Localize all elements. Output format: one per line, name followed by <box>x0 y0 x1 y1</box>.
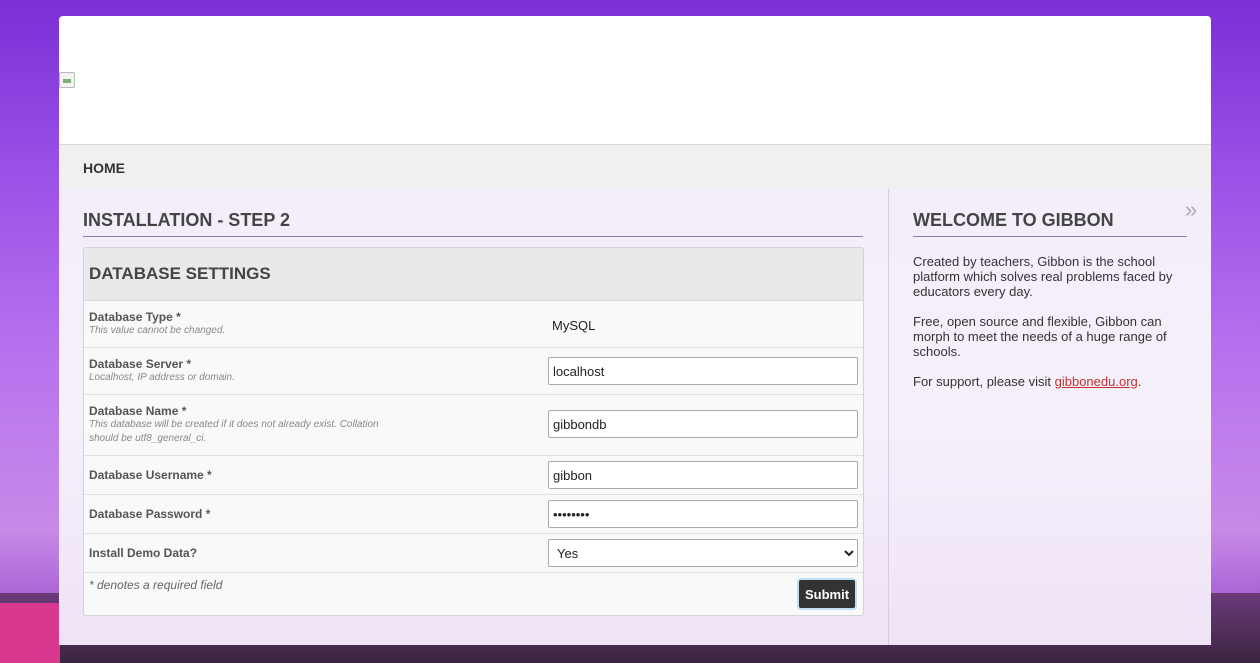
sidebar-support-text: For support, please visit gibbonedu.org. <box>913 374 1189 389</box>
database-password-input[interactable] <box>548 500 858 528</box>
gibbonedu-link[interactable]: gibbonedu.org <box>1055 374 1138 389</box>
broken-logo-image-icon[interactable] <box>59 72 75 88</box>
content-area: Installation - Step 2 Database Settings … <box>59 189 1211 645</box>
form-footer: * denotes a required field Submit <box>84 573 863 615</box>
form-heading: Database Settings <box>84 248 863 301</box>
submit-button[interactable]: Submit <box>797 578 857 610</box>
database-server-input[interactable] <box>548 357 858 385</box>
database-name-desc: This database will be created if it does… <box>89 419 379 444</box>
sidebar-title: Welcome to Gibbon <box>913 210 1187 237</box>
database-username-input[interactable] <box>548 461 858 489</box>
row-database-type: Database Type * This value cannot be cha… <box>84 301 863 348</box>
header <box>59 16 1211 145</box>
database-username-label: Database Username * <box>89 468 212 482</box>
page-container: Home Installation - Step 2 Database Sett… <box>59 16 1211 645</box>
nav-home-link[interactable]: Home <box>83 160 125 176</box>
install-demo-data-select[interactable]: Yes <box>548 539 858 567</box>
database-type-value: MySQL <box>552 318 596 333</box>
main-nav: Home <box>59 145 1211 190</box>
main-column: Installation - Step 2 Database Settings … <box>59 189 889 645</box>
form-heading-text: Database Settings <box>89 264 271 283</box>
install-demo-data-label: Install Demo Data? <box>89 546 198 560</box>
database-type-desc: This value cannot be changed. <box>89 325 226 336</box>
database-password-label: Database Password * <box>89 507 211 521</box>
row-database-password: Database Password * <box>84 495 863 534</box>
database-type-label: Database Type * <box>89 310 181 324</box>
sidebar: » Welcome to Gibbon Created by teachers,… <box>889 189 1211 645</box>
background-accent <box>0 603 60 663</box>
row-install-demo-data: Install Demo Data? Yes <box>84 534 863 573</box>
database-name-input[interactable] <box>548 410 858 438</box>
database-server-label: Database Server * <box>89 357 192 371</box>
row-database-name: Database Name * This database will be cr… <box>84 395 863 456</box>
page-title: Installation - Step 2 <box>83 210 863 237</box>
support-suffix: . <box>1137 374 1142 389</box>
database-settings-form: Database Settings Database Type * This v… <box>83 247 864 616</box>
row-database-server: Database Server * Localhost, IP address … <box>84 348 863 395</box>
database-name-label: Database Name * <box>89 404 187 418</box>
row-database-username: Database Username * <box>84 456 863 495</box>
required-field-note: * denotes a required field <box>89 578 223 592</box>
support-prefix: For support, please visit <box>913 374 1055 389</box>
sidebar-features-text: Free, open source and flexible, Gibbon c… <box>913 314 1167 359</box>
sidebar-intro-text: Created by teachers, Gibbon is the schoo… <box>913 254 1173 299</box>
database-server-desc: Localhost, IP address or domain. <box>89 372 235 383</box>
